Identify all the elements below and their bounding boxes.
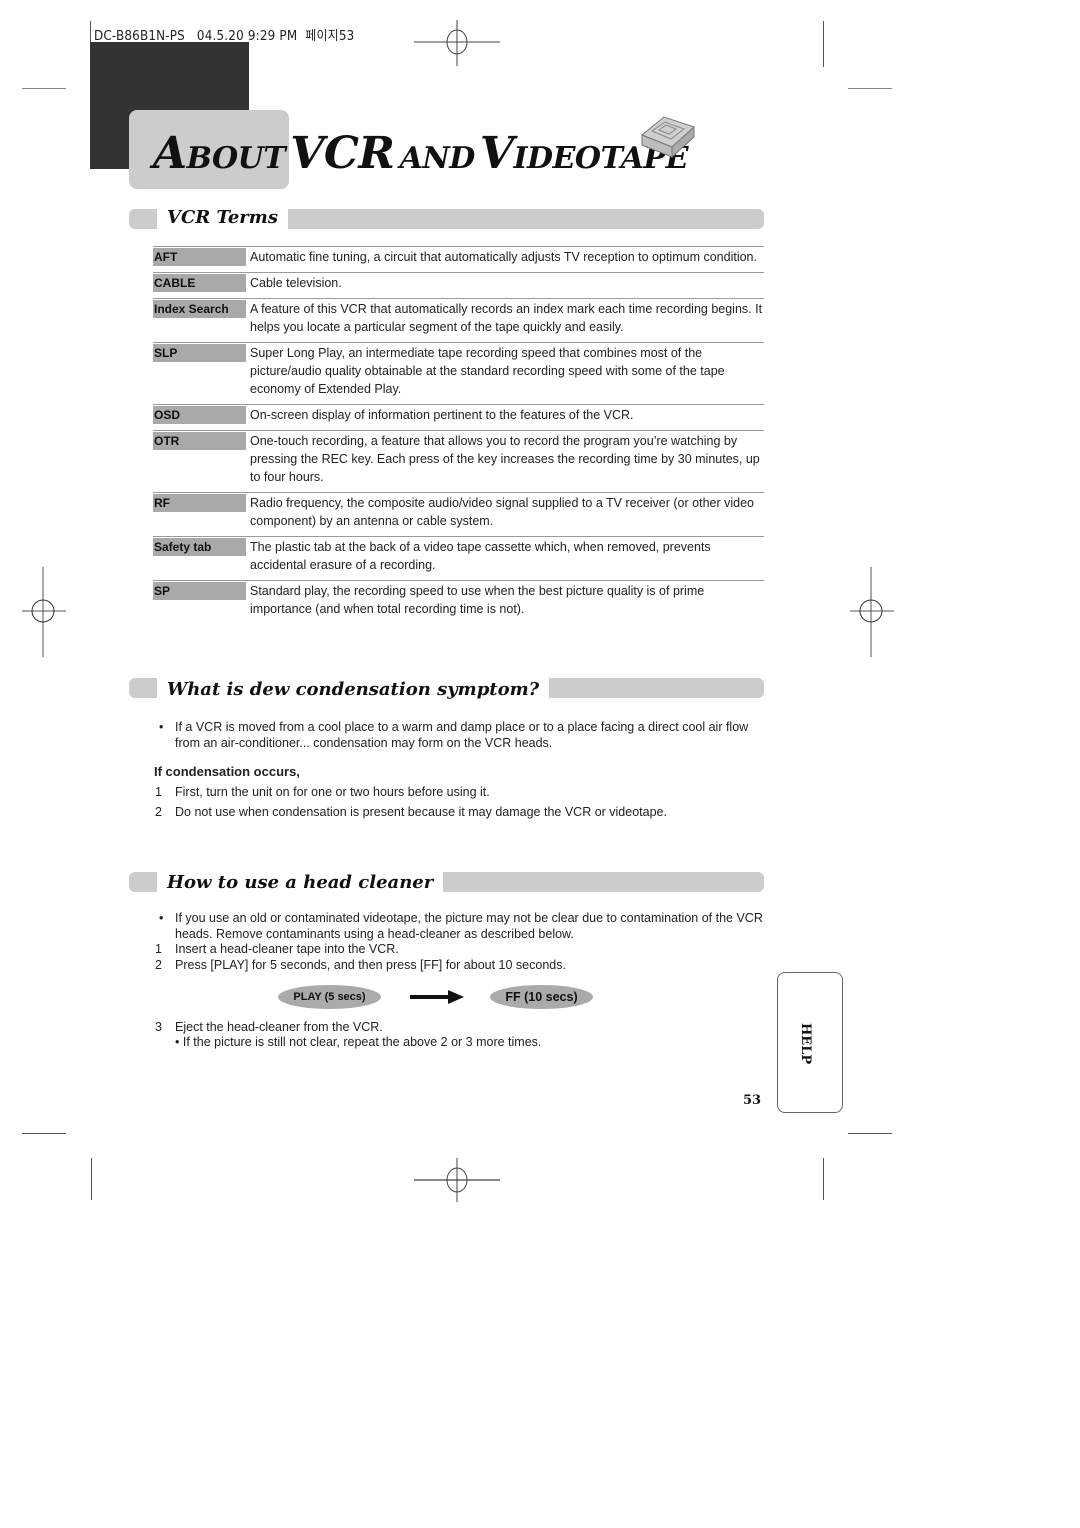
term-row: Index Search A feature of this VCR that a… (153, 298, 764, 342)
bullet-icon: • (159, 911, 164, 925)
registration-mark-icon (22, 567, 66, 657)
term-description: On-screen display of information pertine… (250, 408, 634, 422)
ff-step-pill: FF (10 secs) (490, 985, 593, 1009)
term-label: Index Search (153, 300, 246, 318)
registration-mark-icon (414, 1158, 500, 1202)
crop-mark (22, 88, 66, 89)
dew-bullet: • If a VCR is moved from a cool place to… (159, 720, 749, 750)
bullet-icon: • (159, 720, 164, 734)
registration-mark-icon (414, 20, 500, 66)
play-step-pill: PLAY (5 secs) (278, 985, 381, 1009)
term-label: RF (153, 494, 246, 512)
term-label: OSD (153, 406, 246, 424)
term-description: A feature of this VCR that automatically… (250, 302, 763, 334)
help-tab-label: HELP (798, 1023, 813, 1065)
cleaner-step: 2 Press [PLAY] for 5 seconds, and then pr… (155, 958, 566, 972)
term-row: RF Radio frequency, the composite audio/v… (153, 492, 764, 536)
term-label: SLP (153, 344, 246, 362)
term-row: AFT Automatic fine tuning, a circuit that… (153, 246, 764, 272)
crop-mark (823, 21, 824, 67)
term-label: AFT (153, 248, 246, 266)
crop-mark (848, 1133, 892, 1134)
section-heading-vcr-terms: VCR Terms (157, 206, 288, 230)
crop-mark (91, 1158, 92, 1200)
help-side-tab[interactable]: HELP (777, 972, 843, 1113)
term-description: Super Long Play, an intermediate tape re… (250, 346, 725, 396)
term-row: SP Standard play, the recording speed to … (153, 580, 764, 624)
section-heading-dew: What is dew condensation symptom? (157, 678, 550, 702)
dew-subheading: If condensation occurs, (154, 764, 300, 779)
term-row: SLP Super Long Play, an intermediate tape… (153, 342, 764, 404)
videotape-icon (641, 116, 695, 159)
term-description: One-touch recording, a feature that allo… (250, 434, 760, 484)
term-description: Cable television. (250, 276, 342, 290)
page-number: 53 (743, 1093, 762, 1108)
term-label: OTR (153, 432, 246, 450)
cleaner-step: 1 Insert a head-cleaner tape into the VCR… (155, 942, 399, 956)
term-description: Standard play, the recording speed to us… (250, 584, 705, 616)
term-row: OSD On-screen display of information pert… (153, 404, 764, 430)
term-description: The plastic tab at the back of a video t… (250, 540, 711, 572)
registration-mark-icon (850, 567, 894, 657)
crop-mark (22, 1133, 66, 1134)
cleaner-sub-bullet: • If the picture is still not clear, rep… (175, 1035, 542, 1049)
crop-mark (823, 1158, 824, 1200)
term-description: Automatic fine tuning, a circuit that au… (250, 250, 757, 264)
term-description: Radio frequency, the composite audio/vid… (250, 496, 754, 528)
terms-list: AFT Automatic fine tuning, a circuit that… (153, 246, 764, 624)
term-row: CABLE Cable television. (153, 272, 764, 298)
crop-mark (848, 88, 892, 89)
term-label: Safety tab (153, 538, 246, 556)
cleaner-bullet: • If you use an old or contaminated vide… (159, 911, 763, 941)
bullet-icon: • (175, 1035, 183, 1049)
term-row: Safety tab The plastic tab at the back of… (153, 536, 764, 580)
term-label: CABLE (153, 274, 246, 292)
page-title: ABOUT VCR AND VIDEOTAPE (153, 128, 688, 179)
section-heading-head-cleaner: How to use a head cleaner (157, 871, 444, 895)
dew-step: 1 First, turn the unit on for one or two … (155, 785, 490, 799)
right-arrow-icon (410, 990, 464, 1004)
term-row: OTR One-touch recording, a feature that a… (153, 430, 764, 492)
dew-step: 2 Do not use when condensation is present… (155, 805, 667, 819)
cleaner-step: 3 Eject the head-cleaner from the VCR. (155, 1020, 383, 1034)
term-label: SP (153, 582, 246, 600)
